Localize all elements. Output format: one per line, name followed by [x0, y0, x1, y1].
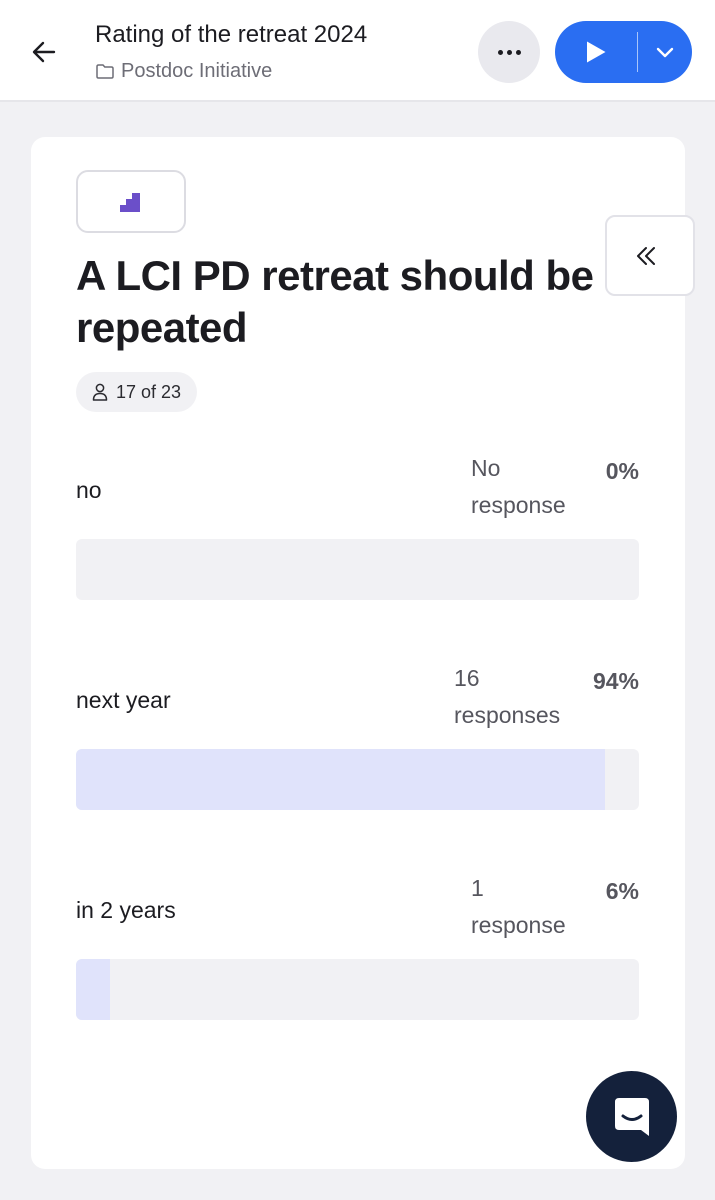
option-bar	[76, 749, 639, 810]
respondents-count: 17 of 23	[116, 381, 182, 402]
option-label: in 2 years	[76, 897, 176, 923]
option-response-count: 16 responses	[454, 665, 561, 728]
option-bar	[76, 539, 639, 600]
respondents-badge: 17 of 23	[76, 372, 198, 412]
ranking-stairs-icon	[120, 192, 140, 212]
folder-breadcrumb[interactable]: Postdoc Initiative	[96, 60, 272, 83]
option-percentage: 94%	[592, 668, 639, 694]
chat-support-button[interactable]	[586, 1071, 677, 1162]
question-title: A LCI PD retreat should be repeated	[76, 252, 594, 351]
folder-name: Postdoc Initiative	[121, 60, 273, 82]
back-button[interactable]	[24, 30, 64, 74]
present-button[interactable]	[555, 21, 637, 83]
result-option: next year 16 responses 94%	[76, 662, 639, 812]
question-type-badge	[76, 170, 186, 233]
option-bar	[76, 959, 639, 1020]
option-response-count: 1 response	[471, 875, 566, 938]
top-bar: Rating of the retreat 2024 Postdoc Initi…	[0, 0, 715, 102]
option-response-count: No response	[471, 455, 566, 518]
arrow-left-icon	[32, 41, 56, 63]
option-label: no	[76, 477, 102, 503]
result-option: no No response 0%	[76, 452, 639, 602]
chevron-down-icon	[656, 47, 674, 57]
option-percentage: 6%	[605, 878, 639, 904]
person-icon	[92, 383, 108, 401]
option-label: next year	[76, 687, 171, 713]
play-icon	[587, 41, 606, 63]
more-options-button[interactable]	[478, 21, 540, 83]
present-button-group	[555, 21, 692, 83]
result-option: in 2 years 1 response 6%	[76, 872, 639, 1022]
chat-bubble-icon	[614, 1097, 649, 1136]
collapse-panel-button[interactable]	[605, 215, 695, 296]
present-options-dropdown[interactable]	[638, 21, 692, 83]
option-percentage: 0%	[605, 458, 639, 484]
more-horizontal-icon	[497, 49, 503, 55]
chevrons-left-icon	[637, 246, 655, 265]
folder-icon	[96, 64, 114, 79]
page-title: Rating of the retreat 2024	[95, 21, 368, 48]
option-bar-fill	[76, 959, 110, 1020]
option-bar-fill	[76, 749, 606, 810]
